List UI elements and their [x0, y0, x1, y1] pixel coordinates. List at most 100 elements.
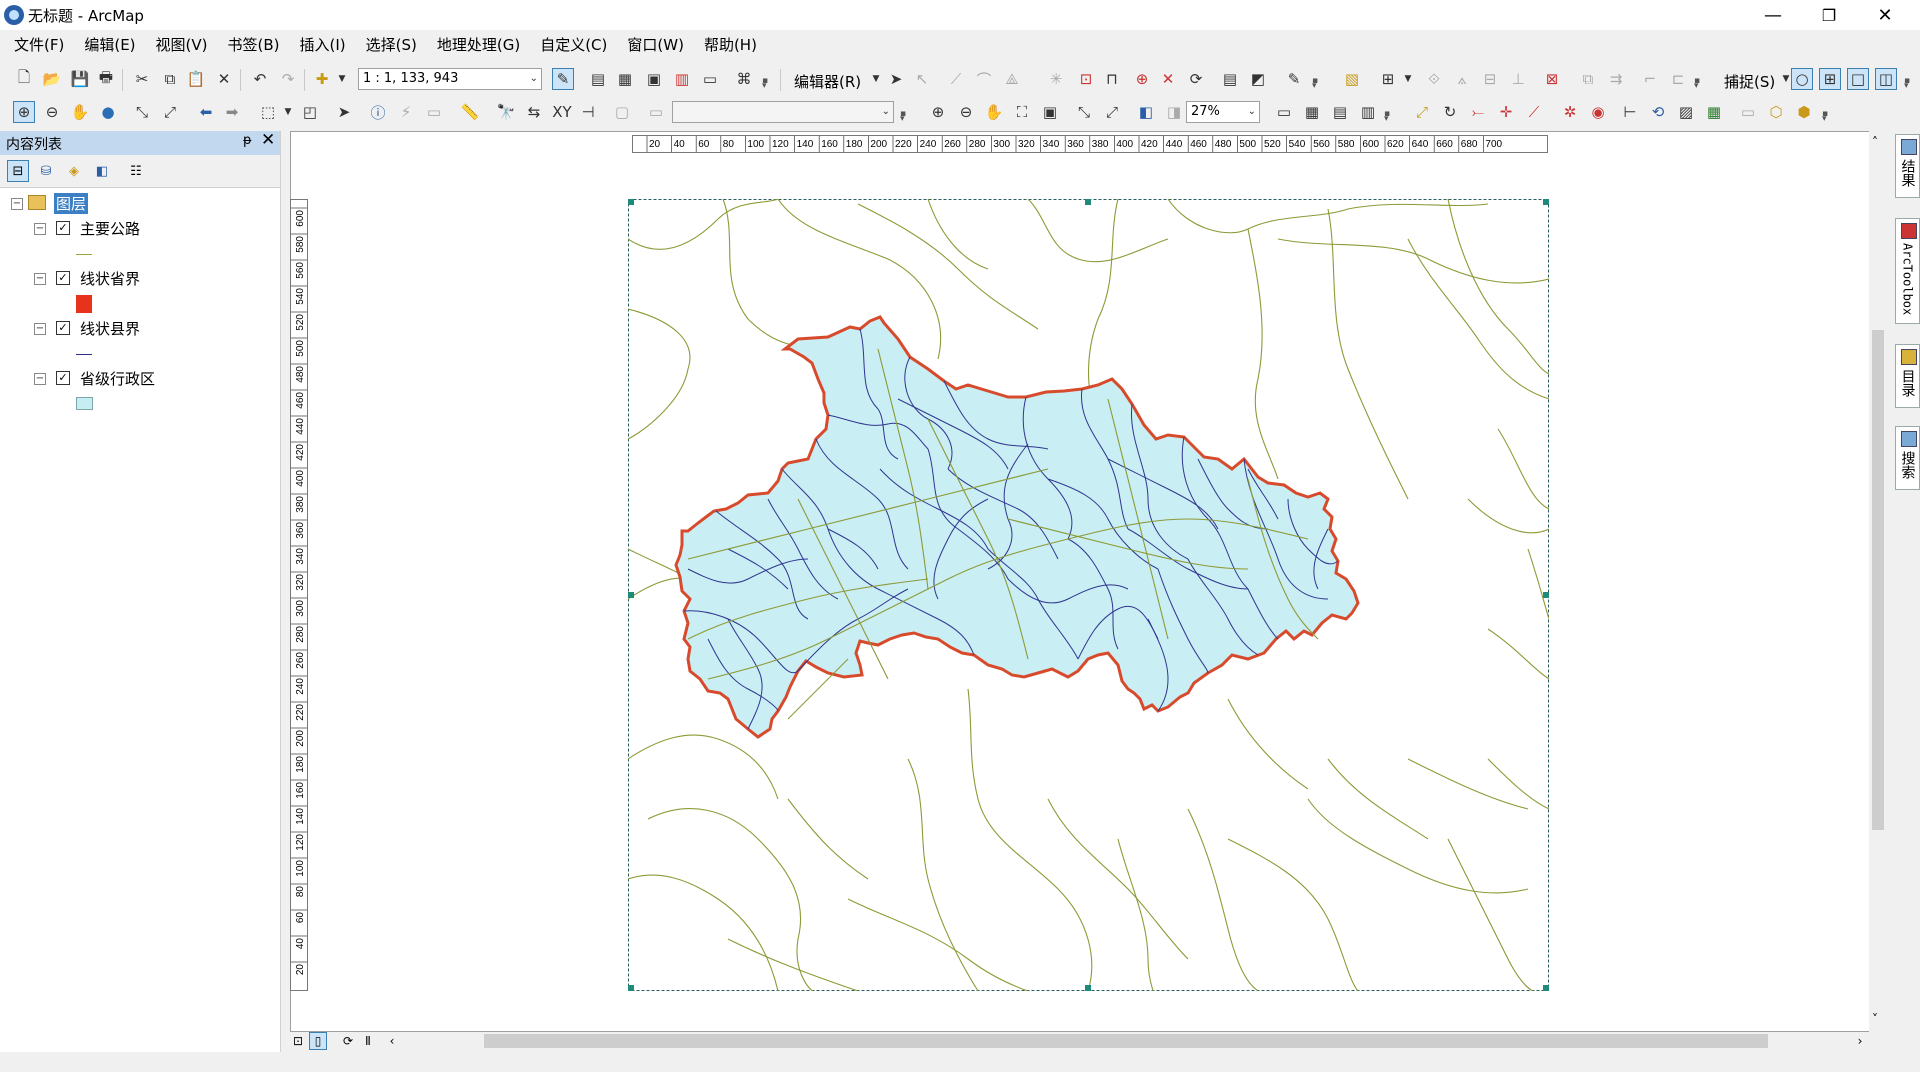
point-icon[interactable]: ✳	[1046, 69, 1066, 89]
menu-file[interactable]: 文件(F)	[4, 30, 74, 60]
topology-icon[interactable]: ⟐	[1424, 69, 1444, 89]
next-extent-layout-icon[interactable]: ◨	[1164, 102, 1184, 122]
menu-geoprocessing[interactable]: 地理处理(G)	[427, 30, 530, 60]
reshape-icon[interactable]: ⊓	[1102, 69, 1122, 89]
georeferencing-icon[interactable]: ▧	[1342, 69, 1362, 89]
menu-bookmarks[interactable]: 书签(B)	[218, 30, 290, 60]
edge-snapping-icon[interactable]: ◫	[1875, 68, 1897, 90]
zoom-whole-page-icon[interactable]: ⛶	[1012, 102, 1032, 122]
redo-icon[interactable]: ↷	[278, 69, 298, 89]
georef-scale-icon[interactable]: ⟋	[1524, 102, 1544, 122]
line-symbol[interactable]	[76, 254, 92, 255]
attributes-icon[interactable]: ▤	[1220, 69, 1240, 89]
layer-name[interactable]: 线状县界	[80, 318, 140, 339]
georef-fit-icon[interactable]: ⤢	[1412, 102, 1432, 122]
georef-shift-icon[interactable]: ✛	[1496, 102, 1516, 122]
data-frame[interactable]	[628, 199, 1549, 991]
arctoolbox-icon[interactable]: ▥	[672, 69, 692, 89]
time-slider-icon[interactable]: ⊣	[578, 102, 598, 122]
scroll-right-icon[interactable]: ›	[1852, 1033, 1868, 1049]
full-extent-icon[interactable]: ●	[98, 102, 118, 122]
paste-icon[interactable]: 📋	[186, 69, 206, 89]
create-features-icon[interactable]: ✎	[1284, 69, 1304, 89]
toolbar-grip-icon[interactable]: ▪ ▾	[1904, 77, 1910, 91]
zoom-percent-combo[interactable]: 27% ⌄	[1186, 101, 1260, 123]
delete-icon[interactable]: ✕	[214, 69, 234, 89]
refresh-cache-icon[interactable]: ⟲	[1648, 102, 1668, 122]
grid-icon[interactable]: ▦	[1704, 102, 1724, 122]
toolbar-grip-icon[interactable]: ▪ ▾	[900, 110, 906, 124]
editor-menu-label[interactable]: 编辑器(R)	[794, 71, 861, 92]
ruler-icon[interactable]: ▭	[1738, 102, 1758, 122]
georef-rotate-icon[interactable]: ↻	[1440, 102, 1460, 122]
topology-edit-icon[interactable]: ⟑	[1452, 69, 1472, 89]
fill-symbol[interactable]	[76, 295, 92, 313]
fixed-zoom-in-icon[interactable]: ⤡	[132, 102, 152, 122]
edit-annotation-icon[interactable]: ↖	[912, 69, 932, 89]
list-by-visibility-icon[interactable]: ◈	[64, 161, 84, 181]
layer-name[interactable]: 线状省界	[80, 268, 140, 289]
measure-icon[interactable]: 📏	[460, 102, 480, 122]
layer-visibility-checkbox[interactable]: ✓	[56, 221, 70, 235]
layer-name[interactable]: 省级行政区	[80, 368, 155, 389]
layer-dropdown-icon[interactable]: ▭	[646, 102, 666, 122]
error-inspector-icon[interactable]: ⊠	[1542, 69, 1562, 89]
menu-customize[interactable]: 自定义(C)	[530, 30, 617, 60]
menu-help[interactable]: 帮助(H)	[694, 30, 767, 60]
pan-icon[interactable]: ✋	[70, 102, 90, 122]
add-data-icon[interactable]: ✚	[312, 69, 332, 89]
layout-view-icon[interactable]: ▯	[309, 1032, 327, 1050]
layer-visibility-checkbox[interactable]: ✓	[56, 271, 70, 285]
pin-icon[interactable]: ᵽ	[243, 133, 252, 148]
undo-icon[interactable]: ↶	[250, 69, 270, 89]
toolbar-grip-icon[interactable]: ▪ ▾	[1694, 77, 1700, 91]
minimize-button[interactable]: —	[1745, 0, 1801, 30]
list-by-selection-icon[interactable]: ◧	[92, 161, 112, 181]
zoom-in-icon[interactable]: ⊕	[13, 101, 35, 123]
toggle-draft-mode-icon[interactable]: ▭	[1274, 102, 1294, 122]
toc-options-icon[interactable]: ☷	[126, 161, 146, 181]
fillet-icon[interactable]: ⌐	[1640, 69, 1660, 89]
end-snapping-icon[interactable]: ⊞	[1819, 68, 1841, 90]
layer-visibility-checkbox[interactable]: ✓	[56, 371, 70, 385]
straight-segment-icon[interactable]: ⟋	[946, 69, 966, 89]
edit-vertices-icon[interactable]: ⊡	[1076, 69, 1096, 89]
toolbar-grip-icon[interactable]: ▪ ▾	[762, 77, 768, 91]
save-icon[interactable]: 💾	[70, 69, 90, 89]
layout-zoom-in-icon[interactable]: ⊕	[928, 102, 948, 122]
catalog-window-icon[interactable]: ▦	[615, 69, 635, 89]
zoom-out-icon[interactable]: ⊖	[42, 102, 62, 122]
print-icon[interactable]: 🖶	[96, 68, 116, 89]
snapping-menu-label[interactable]: 捕捉(S)	[1724, 71, 1775, 92]
cut-icon[interactable]: ✂	[132, 69, 152, 89]
menu-insert[interactable]: 插入(I)	[290, 30, 356, 60]
layer-select-combo[interactable]: ⌄	[672, 101, 894, 123]
toolbar-grip-icon[interactable]: ▪ ▾	[1312, 77, 1318, 91]
generalize-icon[interactable]: ⊥	[1508, 69, 1528, 89]
new-document-icon[interactable]: 🗋	[14, 68, 34, 89]
maximize-button[interactable]: ❐	[1801, 0, 1857, 30]
vertex-snapping-icon[interactable]: □	[1847, 68, 1869, 90]
find-icon[interactable]: 🔭	[496, 102, 516, 122]
menu-view[interactable]: 视图(V)	[146, 30, 218, 60]
topology-validate-icon[interactable]: ✲	[1560, 102, 1580, 122]
scroll-down-icon[interactable]: ˅	[1872, 1012, 1878, 1026]
point-snapping-icon[interactable]: ○	[1791, 68, 1813, 90]
map-scale-combo[interactable]: 1 : 1, 133, 943 ⌄	[358, 68, 542, 90]
toc-close-icon[interactable]: ✕	[261, 130, 275, 150]
pause-drawing-icon[interactable]: Ⅱ	[360, 1033, 376, 1049]
menu-selection[interactable]: 选择(S)	[356, 30, 427, 60]
collapse-icon[interactable]: −	[34, 273, 46, 285]
forward-extent-icon[interactable]: ➡	[222, 102, 242, 122]
curve-icon[interactable]: ⌒	[974, 69, 994, 89]
data-view-icon[interactable]: ⊡	[290, 1033, 306, 1049]
trace-icon[interactable]: ⟁	[1002, 69, 1022, 89]
menu-edit[interactable]: 编辑(E)	[74, 30, 145, 60]
layer-name[interactable]: 主要公路	[80, 218, 140, 239]
find-route-icon[interactable]: ⇆	[524, 102, 544, 122]
search-dock-tab[interactable]: 搜索	[1895, 426, 1920, 490]
split-icon[interactable]: ✕	[1158, 69, 1178, 89]
open-folder-icon[interactable]: 📂	[42, 69, 62, 89]
select-features-icon[interactable]: ⬚	[258, 102, 278, 122]
layer-visibility-checkbox[interactable]: ✓	[56, 321, 70, 335]
